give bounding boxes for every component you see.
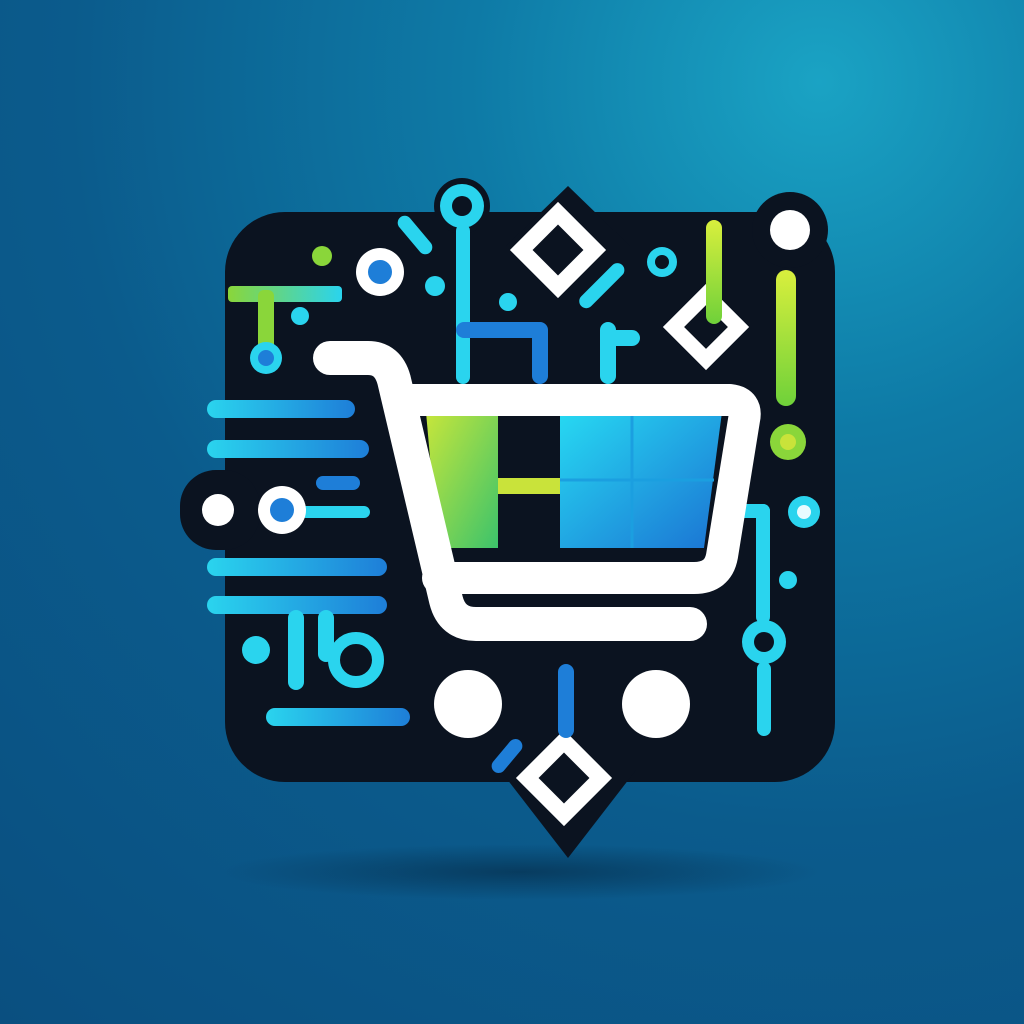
logo-canvas: [0, 0, 1024, 1024]
ground-shadow: [220, 844, 820, 900]
circuit-cart-logo: [180, 178, 835, 900]
